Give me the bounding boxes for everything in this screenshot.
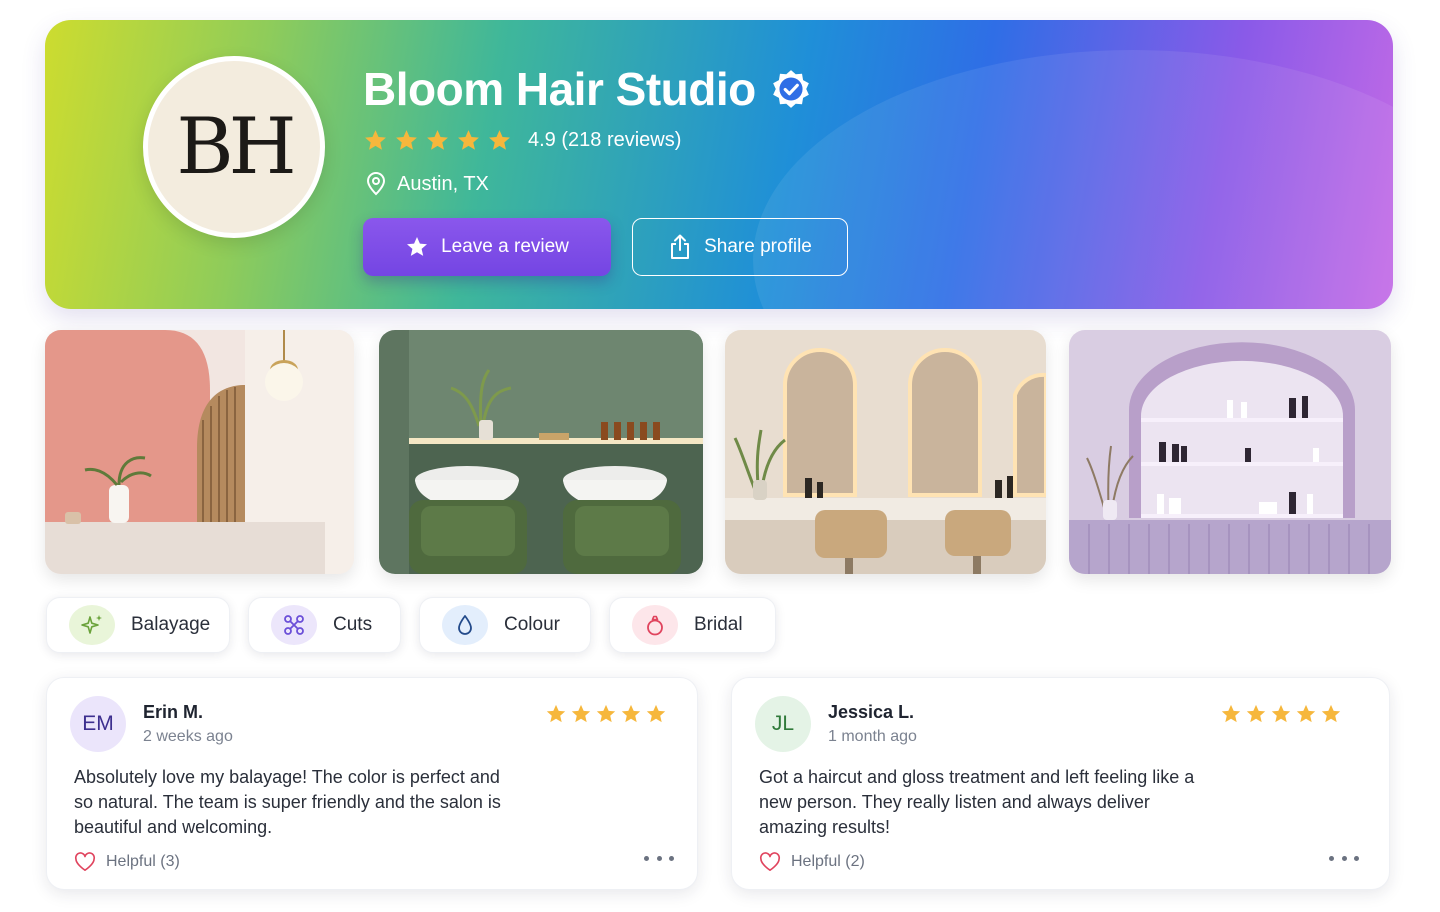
gallery-photo-3[interactable] [725, 330, 1046, 574]
share-profile-label: Share profile [704, 236, 812, 257]
review-text: Got a haircut and gloss treatment and le… [759, 767, 1195, 837]
star-icon [1221, 704, 1241, 723]
share-profile-button[interactable]: Share profile [632, 218, 848, 276]
heart-icon [74, 852, 96, 871]
rating-row: 4.9 (218 reviews) [363, 128, 681, 153]
business-profile-page: BH Bloom Hair Studio 4.9 (218 reviews) A… [0, 0, 1440, 912]
helpful-button[interactable]: Helpful (3) [74, 852, 180, 872]
star-icon [458, 130, 479, 150]
sparkle-icon [81, 615, 102, 634]
business-logo: BH [143, 56, 325, 238]
star-icon [1321, 704, 1341, 723]
salon-mirror-station-image [725, 330, 1046, 574]
star-icon [1246, 704, 1266, 723]
star-icon [546, 704, 566, 723]
reviewer-initials: EM [82, 712, 114, 735]
chip-icon-wrap [632, 605, 678, 645]
gallery-photo-1[interactable] [45, 330, 354, 574]
review-stars [545, 703, 667, 725]
gallery-photo-2[interactable] [379, 330, 703, 574]
rating-summary[interactable]: 4.9 (218 reviews) [528, 129, 681, 152]
star-icon [365, 130, 386, 150]
ring-icon [647, 615, 663, 636]
review-date: 2 weeks ago [143, 728, 233, 745]
droplet-icon [458, 615, 472, 635]
salon-pink-corner-image [45, 330, 354, 574]
star-icon [396, 130, 417, 150]
category-chip-bridal[interactable]: Bridal [609, 597, 776, 653]
profile-hero-banner: BH Bloom Hair Studio 4.9 (218 reviews) A… [45, 20, 1393, 309]
chip-label: Bridal [694, 614, 743, 635]
star-icon [1296, 704, 1316, 723]
review-stars [1220, 703, 1342, 725]
star-icon [596, 704, 616, 723]
review-card: EM Erin M. 2 weeks ago Absolutely love m… [46, 677, 698, 890]
chip-label: Colour [504, 614, 560, 635]
location-text: Austin, TX [397, 172, 489, 195]
reviewer-avatar: JL [755, 696, 811, 752]
chip-icon-wrap [271, 605, 317, 645]
helpful-count: Helpful (2) [791, 853, 865, 870]
business-name-heading: Bloom Hair Studio [363, 62, 812, 116]
category-chip-cuts[interactable]: Cuts [248, 597, 401, 653]
category-chip-colour[interactable]: Colour [419, 597, 591, 653]
chip-label: Cuts [333, 614, 373, 635]
review-text: Absolutely love my balayage! The color i… [74, 767, 501, 837]
chip-icon-wrap [69, 605, 115, 645]
reviewer-name: Jessica L. [828, 702, 915, 722]
star-icon [489, 130, 510, 150]
star-icon [427, 130, 448, 150]
chip-label: Balayage [131, 614, 211, 635]
star-icon [571, 704, 591, 723]
more-options-icon[interactable] [644, 848, 674, 868]
reviewer-name: Erin M. [143, 702, 204, 722]
reviewer-avatar: EM [70, 696, 126, 752]
review-date: 1 month ago [828, 728, 917, 745]
logo-initials: BH [176, 102, 296, 192]
verified-badge-icon [772, 70, 809, 108]
chip-icon-wrap [442, 605, 488, 645]
leave-review-button[interactable]: Leave a review [363, 218, 611, 276]
scissors-icon [284, 615, 304, 635]
business-name: Bloom Hair Studio [363, 63, 756, 115]
star-icon [621, 704, 641, 723]
star-icon [646, 704, 666, 723]
leave-review-label: Leave a review [441, 236, 569, 257]
map-pin-icon [366, 172, 386, 196]
helpful-count: Helpful (3) [106, 853, 180, 870]
reviewer-initials: JL [771, 712, 795, 735]
salon-product-shelf-image [1069, 330, 1391, 574]
helpful-button[interactable]: Helpful (2) [759, 852, 865, 872]
share-icon [671, 234, 690, 259]
location-row: Austin, TX [365, 172, 489, 196]
star-icon [1271, 704, 1291, 723]
star-icon [407, 237, 428, 256]
category-chip-balayage[interactable]: Balayage [46, 597, 230, 653]
gallery-photo-4[interactable] [1069, 330, 1391, 574]
salon-wash-station-image [379, 330, 703, 574]
review-card: JL Jessica L. 1 month ago Got a haircut … [731, 677, 1390, 890]
heart-icon [759, 852, 781, 871]
more-options-icon[interactable] [1329, 848, 1359, 868]
